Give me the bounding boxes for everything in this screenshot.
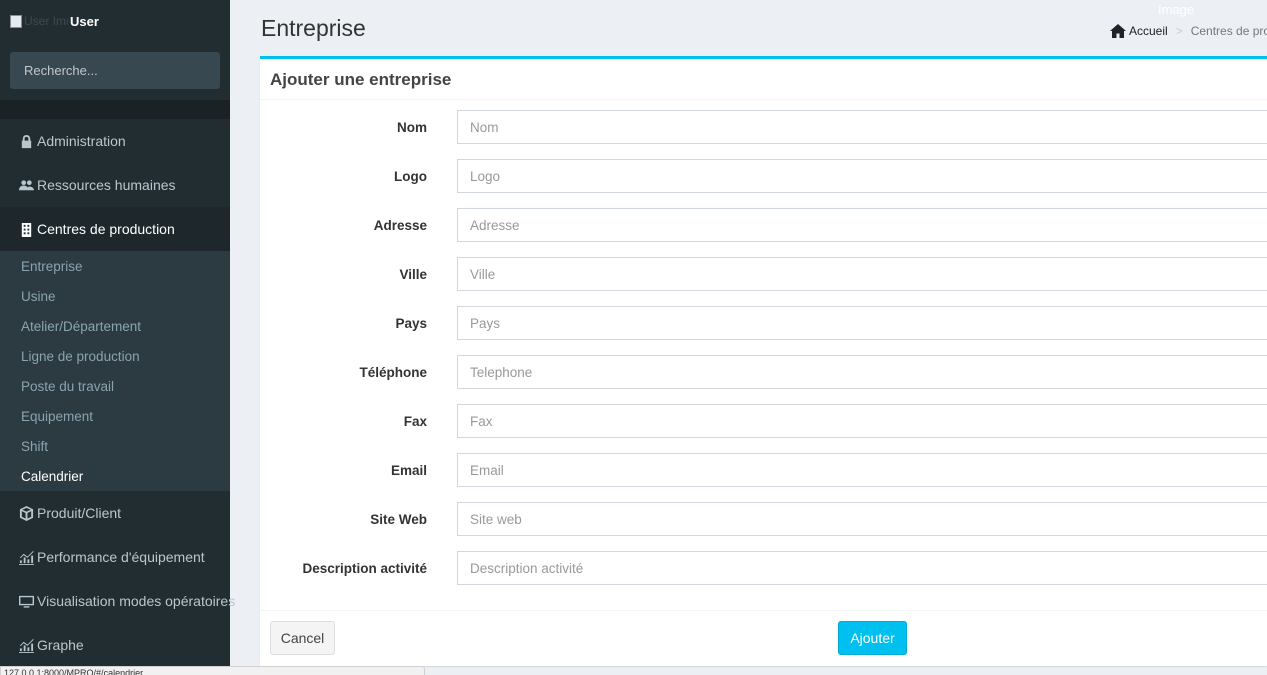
email-input[interactable]	[457, 453, 1267, 487]
telephone-input[interactable]	[457, 355, 1267, 389]
breadcrumb: Accueil > Centres de production	[1110, 24, 1267, 38]
breadcrumb-separator: >	[1175, 24, 1183, 38]
submenu-item-atelier[interactable]: Atelier/Département	[21, 311, 141, 341]
menu-item-administration[interactable]: Administration	[0, 119, 230, 163]
breadcrumb-home-link[interactable]: Accueil	[1129, 24, 1168, 38]
form-row-description: Description activité	[260, 551, 1267, 585]
menu-item-label: Performance d'équipement	[37, 549, 205, 565]
user-image-alt: User Image	[24, 14, 68, 28]
user-name: User	[70, 14, 99, 29]
browser-status-bar: 127.0.0.1:8000/MPRO/#/calendrier	[0, 666, 425, 675]
menu-item-produit-client[interactable]: Produit/Client	[0, 491, 230, 535]
field-label: Ville	[399, 266, 427, 282]
field-label: Adresse	[373, 217, 427, 233]
form-row-telephone: Téléphone	[260, 355, 1267, 389]
form-row-ville: Ville	[260, 257, 1267, 291]
submenu-item-ligne-de-production[interactable]: Ligne de production	[21, 341, 140, 371]
form-row-logo: Logo	[260, 159, 1267, 193]
menu-item-graphe[interactable]: Graphe	[0, 623, 230, 667]
field-label: Description activité	[302, 560, 427, 576]
users-icon	[18, 177, 34, 193]
submenu-centres-de-production: Entreprise Usine Atelier/Département Lig…	[0, 251, 230, 491]
broken-image-icon	[10, 14, 22, 28]
menu-item-label: Graphe	[37, 637, 84, 653]
sidebar-header-divider	[0, 100, 230, 119]
form-footer: Cancel Ajouter	[260, 610, 1267, 666]
pays-input[interactable]	[457, 306, 1267, 340]
submenu-item-equipement[interactable]: Equipement	[21, 401, 93, 431]
field-label: Téléphone	[359, 364, 427, 380]
sidebar: User Image User Administration Ressource…	[0, 0, 235, 675]
menu-item-label: Centres de production	[37, 221, 175, 237]
submit-button[interactable]: Ajouter	[838, 621, 907, 655]
sidebar-search-input[interactable]	[10, 52, 220, 89]
menu-item-label: Visualisation modes opératoires	[37, 593, 236, 609]
menu-item-ressources-humaines[interactable]: Ressources humaines	[0, 163, 230, 207]
menu-item-performance-equipement[interactable]: Performance d'équipement	[0, 535, 230, 579]
site-web-input[interactable]	[457, 502, 1267, 536]
field-label: Email	[390, 462, 427, 478]
menu-item-label: Administration	[37, 133, 126, 149]
form-box: Ajouter une entreprise Nom Logo Adresse …	[260, 56, 1267, 666]
submenu-item-entreprise[interactable]: Entreprise	[21, 251, 83, 281]
form-title: Ajouter une entreprise	[270, 70, 452, 89]
nom-input[interactable]	[457, 110, 1267, 144]
chart-icon	[18, 637, 34, 653]
field-label: Pays	[395, 315, 427, 331]
monitor-icon	[18, 593, 34, 609]
building-icon	[18, 221, 34, 237]
menu-item-label: Produit/Client	[37, 505, 122, 521]
description-input[interactable]	[457, 551, 1267, 585]
chart-icon	[18, 549, 34, 565]
field-label: Fax	[403, 413, 427, 429]
menu-item-label: Ressources humaines	[37, 177, 176, 193]
form-row-adresse: Adresse	[260, 208, 1267, 242]
cube-icon	[18, 505, 34, 521]
submenu-item-usine[interactable]: Usine	[21, 281, 56, 311]
user-avatar-image: User Image	[10, 13, 68, 29]
menu-item-visualisation-modes[interactable]: Visualisation modes opératoires	[0, 579, 235, 623]
menu-item-centres-de-production[interactable]: Centres de production	[0, 207, 230, 251]
page-title: Entreprise	[261, 15, 366, 41]
image-alt-label: Image	[1158, 2, 1195, 17]
user-panel: User Image User	[0, 0, 230, 44]
lock-icon	[18, 133, 34, 149]
submenu-item-poste-du-travail[interactable]: Poste du travail	[21, 371, 114, 401]
field-label: Site Web	[370, 511, 427, 527]
field-label: Logo	[394, 168, 427, 184]
submenu-item-shift[interactable]: Shift	[21, 431, 48, 461]
form-row-pays: Pays	[260, 306, 1267, 340]
fax-input[interactable]	[457, 404, 1267, 438]
submenu-item-calendrier[interactable]: Calendrier	[21, 461, 83, 491]
field-label: Nom	[397, 119, 427, 135]
form-row-fax: Fax	[260, 404, 1267, 438]
form-row-nom: Nom	[260, 110, 1267, 144]
form-row-email: Email	[260, 453, 1267, 487]
ville-input[interactable]	[457, 257, 1267, 291]
home-icon	[1110, 24, 1126, 38]
logo-input[interactable]	[457, 159, 1267, 193]
cancel-button[interactable]: Cancel	[270, 621, 335, 655]
form-box-header: Ajouter une entreprise	[260, 59, 1267, 100]
breadcrumb-current: Centres de production	[1190, 24, 1267, 38]
form-row-site-web: Site Web	[260, 502, 1267, 536]
adresse-input[interactable]	[457, 208, 1267, 242]
